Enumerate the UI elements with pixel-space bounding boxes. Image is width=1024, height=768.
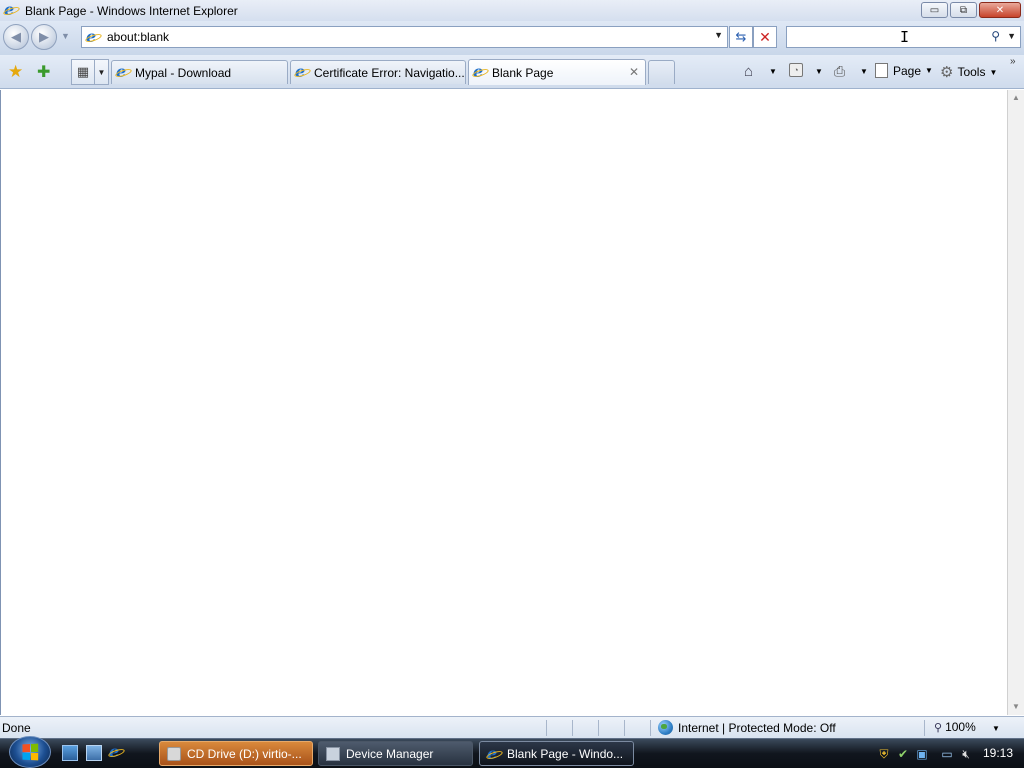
quick-tabs-icon: ▦ <box>76 64 90 79</box>
add-favorites-icon[interactable]: ✚ <box>37 62 50 82</box>
ie-page-icon: e <box>471 62 490 81</box>
tab-label: Mypal - Download <box>135 65 232 80</box>
arrow-right-icon: ▶ <box>39 29 49 44</box>
taskbar-item-ie[interactable]: e Blank Page - Windo... <box>479 741 634 766</box>
tab-label: Blank Page <box>492 65 554 80</box>
tools-menu-label: Tools <box>957 65 986 79</box>
tab-mypal-download[interactable]: e Mypal - Download <box>111 60 288 84</box>
address-bar[interactable]: e ▼ <box>81 26 728 48</box>
ie-quicklaunch-icon[interactable]: e <box>107 742 126 761</box>
status-divider <box>650 720 651 736</box>
close-button[interactable]: ✕ <box>979 2 1021 18</box>
home-icon[interactable]: ⌂ <box>744 63 753 80</box>
tab-blank-page[interactable]: e Blank Page ✕ <box>468 59 646 85</box>
print-icon[interactable]: ⎙ <box>834 63 845 80</box>
new-tab-button[interactable] <box>648 60 675 84</box>
address-input[interactable] <box>107 30 697 44</box>
page-icon: e <box>84 27 103 46</box>
clock[interactable]: 19:13 <box>983 746 1013 760</box>
page-menu[interactable]: Page ▼ <box>875 63 933 78</box>
windows-logo-icon <box>22 743 39 761</box>
gear-icon: ⚙ <box>940 64 954 81</box>
taskbar-item-label: CD Drive (D:) virtio-... <box>187 746 302 761</box>
cd-drive-icon <box>167 746 181 761</box>
tab-certificate-error[interactable]: e Certificate Error: Navigatio... <box>290 60 466 84</box>
security-zone-label: Internet | Protected Mode: Off <box>678 720 836 735</box>
more-commands-icon[interactable]: » <box>1010 56 1016 67</box>
network-icon[interactable]: ▭ <box>940 747 954 761</box>
status-divider <box>598 720 599 736</box>
print-dropdown[interactable]: ▼ <box>860 67 868 76</box>
address-dropdown-icon[interactable]: ▼ <box>714 30 723 40</box>
stop-icon: ✕ <box>759 28 771 45</box>
title-bar: e Blank Page - Windows Internet Explorer… <box>0 0 1024 21</box>
home-dropdown[interactable]: ▼ <box>769 67 777 76</box>
zoom-label: 100% <box>945 720 976 734</box>
page-menu-icon <box>875 63 888 78</box>
favorites-star-icon[interactable]: ★ <box>8 62 23 82</box>
switch-windows-icon[interactable] <box>86 745 102 761</box>
status-text: Done <box>2 721 31 735</box>
taskbar-item-label: Blank Page - Windo... <box>507 746 624 761</box>
tab-list-dropdown[interactable]: ▼ <box>95 59 109 85</box>
stop-button[interactable]: ✕ <box>753 26 777 48</box>
device-manager-icon <box>326 746 340 761</box>
search-box[interactable]: I ⚲ ▼ <box>786 26 1021 48</box>
scroll-down-icon[interactable]: ▼ <box>1012 702 1020 711</box>
taskbar-item-cd-drive[interactable]: CD Drive (D:) virtio-... <box>159 741 313 766</box>
safely-remove-icon[interactable]: ✔ <box>896 747 910 761</box>
ie-page-icon: e <box>293 62 312 81</box>
close-tab-icon[interactable]: ✕ <box>629 65 639 79</box>
ie-logo-icon: e <box>2 0 21 19</box>
ie-page-icon: e <box>114 62 133 81</box>
quick-tabs-button[interactable]: ▦ <box>71 59 95 85</box>
start-button[interactable] <box>9 736 51 768</box>
tools-menu[interactable]: ⚙ Tools ▼ <box>940 63 997 81</box>
window-controls: ▭ ⧉ ✕ <box>921 2 1021 18</box>
ie-logo-icon: e <box>107 742 126 761</box>
refresh-button[interactable]: ⇆ <box>729 26 753 48</box>
status-divider <box>572 720 573 736</box>
magnifier-icon: ⚲ <box>934 721 943 734</box>
window-title: Blank Page - Windows Internet Explorer <box>25 3 238 18</box>
forward-button[interactable]: ▶ <box>31 24 57 50</box>
refresh-icon: ⇆ <box>735 29 747 44</box>
ie-logo-icon: e <box>485 744 504 763</box>
globe-icon <box>658 720 673 735</box>
network-status-icon[interactable]: ▣ <box>915 747 929 761</box>
zoom-dropdown[interactable]: ▼ <box>992 724 1000 733</box>
minimize-button[interactable]: ▭ <box>921 2 948 18</box>
security-zone[interactable]: Internet | Protected Mode: Off <box>658 720 836 735</box>
text-cursor-icon: I <box>900 28 910 46</box>
status-divider <box>924 720 925 736</box>
maximize-button[interactable]: ⧉ <box>950 2 977 18</box>
security-shield-icon[interactable]: ⛨ <box>877 747 891 761</box>
show-desktop-icon[interactable] <box>62 745 78 761</box>
taskbar-item-label: Device Manager <box>346 746 434 761</box>
status-divider <box>546 720 547 736</box>
zoom-level[interactable]: ⚲ 100% <box>934 720 976 734</box>
search-icon[interactable]: ⚲ <box>991 29 1000 43</box>
volume-muted-icon[interactable]: 🔇︎ <box>959 747 973 761</box>
feeds-dropdown[interactable]: ▼ <box>815 67 823 76</box>
feeds-button[interactable]: ◔ <box>789 63 803 77</box>
chevron-down-icon: ▼ <box>925 66 933 75</box>
navigation-bar: ◀ ▶ ▼ e ▼ ⇆ ✕ I ⚲ ▼ <box>0 21 1024 55</box>
scroll-up-icon[interactable]: ▲ <box>1012 93 1020 102</box>
rss-feed-icon: ◔ <box>789 63 803 77</box>
status-divider <box>624 720 625 736</box>
taskbar-item-device-manager[interactable]: Device Manager <box>318 741 473 766</box>
tab-bar: ★ ✚ ▦ ▼ e Mypal - Download e Certificate… <box>0 55 1024 89</box>
arrow-left-icon: ◀ <box>11 29 21 44</box>
page-menu-label: Page <box>893 63 922 78</box>
chevron-down-icon: ▼ <box>989 67 998 77</box>
tab-label: Certificate Error: Navigatio... <box>314 65 465 80</box>
status-bar: Done Internet | Protected Mode: Off ⚲ 10… <box>0 716 1024 738</box>
page-content[interactable] <box>0 90 1007 715</box>
vertical-scrollbar[interactable]: ▲ ▼ <box>1007 90 1024 715</box>
recent-pages-dropdown[interactable]: ▼ <box>61 31 70 41</box>
back-button[interactable]: ◀ <box>3 24 29 50</box>
search-input[interactable] <box>791 29 981 45</box>
search-options-dropdown[interactable]: ▼ <box>1007 31 1016 41</box>
